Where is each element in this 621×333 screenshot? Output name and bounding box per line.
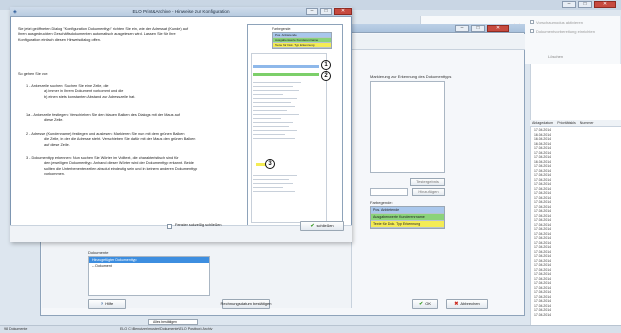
callout-1: 1: [321, 60, 331, 70]
app-minimize-button[interactable]: –: [562, 1, 576, 8]
test-input[interactable]: [370, 188, 408, 196]
help-button[interactable]: ? Hilfe: [88, 299, 126, 309]
preview-anchor-bar: [253, 65, 319, 68]
confirm-all-field[interactable]: Alles bestätigen: [148, 319, 198, 325]
check-icon: ✔: [419, 301, 424, 307]
callout-2: 2: [321, 71, 331, 81]
marker-preview-box: [370, 81, 445, 173]
callout-3: 3: [265, 159, 275, 169]
steps-heading: So gehen Sie vor:: [18, 72, 49, 76]
confirm-field-button[interactable]: Rechnungsdatum bestätigen: [221, 299, 271, 309]
preview-customer-bar: [253, 73, 319, 76]
close-automatically-label: Fenster sukzeßig schließen: [175, 223, 222, 227]
legend-anchor-row: Pos. Anbietende: [371, 207, 444, 214]
color-legend-title: Farbegende:: [370, 200, 393, 205]
status-doc-count: 98 Dokumente: [4, 327, 28, 331]
preview-text-lines: [253, 82, 303, 142]
cross-icon: ✖: [454, 301, 459, 307]
step-line: diese Zeile.: [44, 118, 64, 123]
status-path: ELO C:\Benutzer\muster\Dokumente\ELO Pos…: [120, 327, 213, 331]
legend-customer-row: Ausgabenwerte Kunderenrname: [371, 214, 444, 221]
ok-button-label: OK: [425, 301, 431, 306]
preview-legend-keyword: Texte für Dok. Typ Erkennung: [273, 43, 331, 48]
help-close-button[interactable]: ✕: [334, 8, 352, 15]
step-line: auf diese Zeile.: [44, 142, 70, 147]
ribbon-group-label: Löschen: [548, 54, 564, 59]
list-item[interactable]: -- Dokument: [89, 263, 209, 269]
document-list[interactable]: Hinzugefügter Dokumenttyp -- Dokument: [88, 256, 210, 296]
check-icon: ✔: [310, 223, 315, 229]
help-dialog-controls: – □ ✕: [306, 8, 352, 16]
help-icon: ?: [100, 301, 104, 306]
step-1: 1 - Ankerzeile suchen: Suchen Sie eine Z…: [26, 84, 135, 100]
grid-header-number[interactable]: Nummer: [578, 120, 596, 126]
intro-line: Ihren ausgedruckten Geschäftsdokumenten …: [18, 32, 176, 37]
test-result-button[interactable]: Testergebnis: [410, 178, 445, 186]
help-preview-image: Farbegende: Pos. Anbietende Ausgabenwert…: [247, 24, 343, 227]
ok-button[interactable]: ✔ OK: [412, 299, 438, 309]
app-close-button[interactable]: ✕: [594, 1, 616, 8]
app-maximize-button[interactable]: □: [578, 1, 592, 8]
close-help-button[interactable]: ✔ schließen: [300, 221, 344, 231]
doc-maximize-button[interactable]: □: [471, 25, 485, 32]
step-line: den jeweiligen Dokumenttyp. Anhand diese…: [44, 161, 194, 166]
document-dialog-controls: – □ ✕: [455, 25, 509, 33]
grid-header-priority[interactable]: Prioritätskls: [555, 120, 578, 126]
document-list-title: Dokumente: [88, 250, 109, 255]
doc-close-button[interactable]: ✕: [487, 25, 509, 32]
doc-minimize-button[interactable]: –: [455, 25, 469, 32]
intro-line: Konfiguration einfach diesen Hinweisdial…: [18, 37, 101, 42]
add-button[interactable]: Hinzufügen: [412, 188, 445, 196]
app-window-controls: – □ ✕: [562, 1, 616, 9]
help-maximize-button[interactable]: □: [320, 8, 332, 15]
grid-header-date[interactable]: Ablagedatum: [530, 120, 555, 126]
ribbon-checkbox-2-label: Dokumentvorbereitung einrichten: [536, 29, 595, 34]
preview-legend-title: Farbegende:: [272, 27, 292, 31]
preview-legend: Pos. Anbietende Ausgabenwerte Kunderenrn…: [272, 32, 332, 49]
help-dialog-title: ELO Print&Archive - Hinweise zur Konfigu…: [132, 9, 230, 14]
grid-date-column: 17.04.2014 16.04.2014 16.04.2014 16.04.2014…: [534, 128, 564, 317]
step-line: vorkommen.: [44, 171, 65, 176]
ribbon-checkbox-1-label: Vorschaumodus aktivieren: [536, 20, 583, 25]
color-legend: Pos. Anbietende Ausgabenwerte Kunderenrn…: [370, 206, 445, 229]
ribbon-checkbox-1[interactable]: [530, 20, 534, 24]
cancel-button-label: Abbrechen: [460, 301, 480, 306]
marker-panel-title: Markierung zur Erkennung des Dokumenttyp…: [370, 74, 452, 79]
grid-date-cell[interactable]: 17.04.2014: [534, 313, 564, 318]
preview-text-lines-bottom: [253, 175, 303, 195]
help-intro: Sie jetzt geöffneten Dialog "Konfigurati…: [18, 27, 188, 43]
close-help-button-label: schließen: [316, 223, 334, 228]
step-line: die Zeile, in der die Adresse steht. Ver…: [44, 137, 196, 142]
help-button-label: Hilfe: [105, 301, 114, 306]
grid-header: Ablagedatum Prioritätskls Nummer: [530, 120, 621, 127]
cancel-button[interactable]: ✖ Abbrechen: [446, 299, 488, 309]
step-2: 2 - Adresse (Kundenname) festlegen und a…: [26, 132, 195, 148]
step-1a: 1a - Ankerzeile festlegen: Verschieben S…: [26, 113, 180, 124]
close-automatically-checkbox[interactable]: [167, 224, 172, 229]
step-3: 3 - Dokumenttyp erkennen: Nun suchen Sie…: [26, 156, 197, 177]
legend-keyword-row: Texte für Dok. Typ Erkennung: [371, 221, 444, 228]
help-minimize-button[interactable]: –: [306, 8, 318, 15]
ribbon-checkbox-2[interactable]: [530, 29, 534, 33]
step-line: b) einen stets konstanten Abstand zur Ad…: [44, 94, 136, 99]
status-bar: 98 Dokumente ELO C:\Benutzer\muster\Doku…: [0, 325, 621, 333]
